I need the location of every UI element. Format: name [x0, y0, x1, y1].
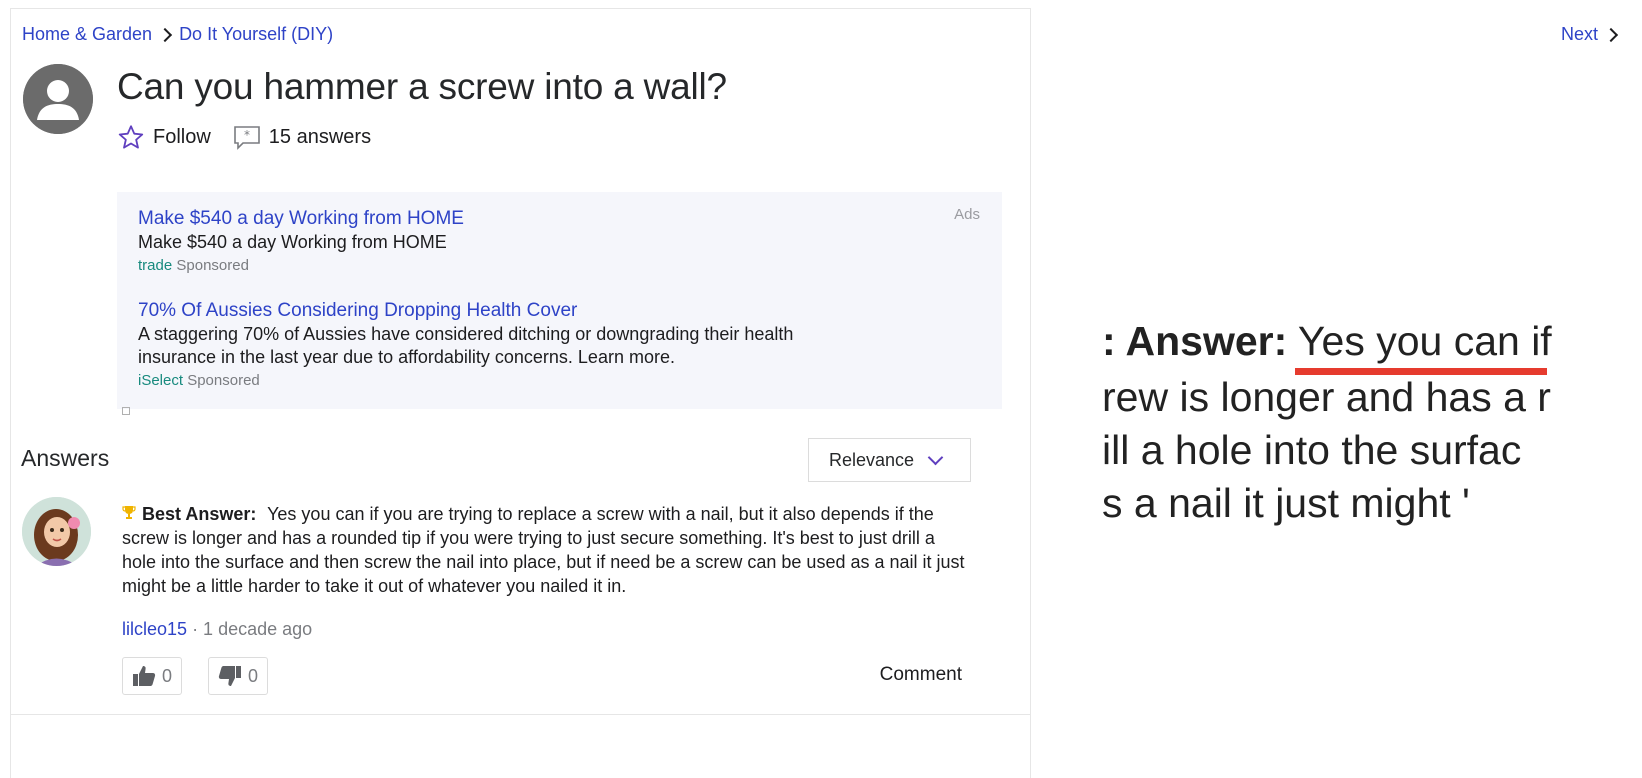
ad-headline[interactable]: 70% Of Aussies Considering Dropping Heal… — [138, 300, 793, 322]
ad-item[interactable]: Make $540 a day Working from HOME Make $… — [138, 208, 464, 274]
follow-button[interactable]: Follow — [117, 124, 211, 151]
answers-count: * 15 answers — [233, 125, 371, 151]
ad-sponsored: Sponsored — [187, 372, 260, 389]
ad-source: trade Sponsored — [138, 257, 464, 274]
thumbs-up-icon — [132, 666, 156, 686]
ads-box: Ads Make $540 a day Working from HOME Ma… — [117, 192, 1002, 409]
chevron-right-icon — [1603, 27, 1619, 42]
answerer-avatar[interactable] — [22, 497, 91, 566]
zoomed-answer-excerpt: : Answer: Yes you can if rew is longer a… — [1102, 300, 1642, 600]
ad-description: Make $540 a day Working from HOME — [138, 232, 447, 252]
zoom-line: : Answer: Yes you can if — [1102, 318, 1552, 365]
zoom-line-2: rew is longer and has a r — [1102, 374, 1551, 420]
downvote-count: 0 — [247, 665, 258, 686]
answers-count-label: 15 answers — [268, 126, 372, 148]
zoom-line-3: ill a hole into the surfac — [1102, 427, 1522, 473]
question-actions: Follow * 15 answers — [117, 124, 393, 151]
zoom-line-4: s a nail it just might ' — [1102, 480, 1470, 526]
answer-meta: lilcleo15 · 1 decade ago — [122, 619, 312, 640]
thumbs-down-icon — [218, 666, 241, 686]
follow-label: Follow — [153, 126, 211, 148]
divider — [10, 714, 1031, 715]
best-answer-label: Best Answer: — [142, 504, 257, 524]
sort-dropdown[interactable]: Relevance — [808, 438, 971, 482]
downvote-button[interactable]: 0 — [208, 657, 268, 695]
answers-heading: Answers — [21, 445, 110, 471]
best-answer: Best Answer: Yes you can if you are tryi… — [122, 502, 967, 598]
ad-item[interactable]: 70% Of Aussies Considering Dropping Heal… — [138, 300, 793, 389]
ad-sponsored: Sponsored — [176, 257, 249, 274]
comment-button[interactable]: Comment — [880, 664, 962, 686]
star-outline-icon — [118, 125, 144, 149]
breadcrumb-home-garden[interactable]: Home & Garden — [22, 24, 152, 45]
trophy-icon — [122, 506, 136, 519]
ad-source: iSelect Sponsored — [138, 372, 793, 389]
zoom-line-1: : Answer: Yes you can if — [1102, 318, 1552, 364]
question-title: Can you hammer a screw into a wall? — [117, 66, 727, 107]
next-link[interactable]: Next — [1560, 24, 1619, 45]
ads-label: Ads — [954, 206, 980, 223]
breadcrumb: Home & Garden Do It Yourself (DIY) — [22, 24, 333, 45]
chevron-right-icon — [157, 27, 173, 42]
answer-username[interactable]: lilcleo15 — [122, 619, 187, 639]
upvote-button[interactable]: 0 — [122, 657, 182, 695]
user-avatar-icon — [23, 64, 93, 134]
ad-description-line: A staggering 70% of Aussies have conside… — [138, 324, 794, 344]
sort-value: Relevance — [829, 449, 915, 470]
svg-text:*: * — [244, 128, 250, 142]
ad-source-name: iSelect — [138, 372, 184, 389]
answers-icon: * — [233, 125, 260, 150]
chevron-down-icon — [927, 449, 944, 465]
upvote-count: 0 — [161, 665, 172, 686]
ad-headline[interactable]: Make $540 a day Working from HOME — [138, 208, 464, 230]
ad-source-name: trade — [138, 257, 173, 274]
answer-time: · 1 decade ago — [192, 619, 313, 639]
next-label: Next — [1560, 24, 1598, 44]
breadcrumb-diy[interactable]: Do It Yourself (DIY) — [179, 24, 333, 45]
ad-description-line: insurance in the last year due to afford… — [138, 347, 675, 367]
ad-choices-icon[interactable] — [122, 407, 130, 415]
